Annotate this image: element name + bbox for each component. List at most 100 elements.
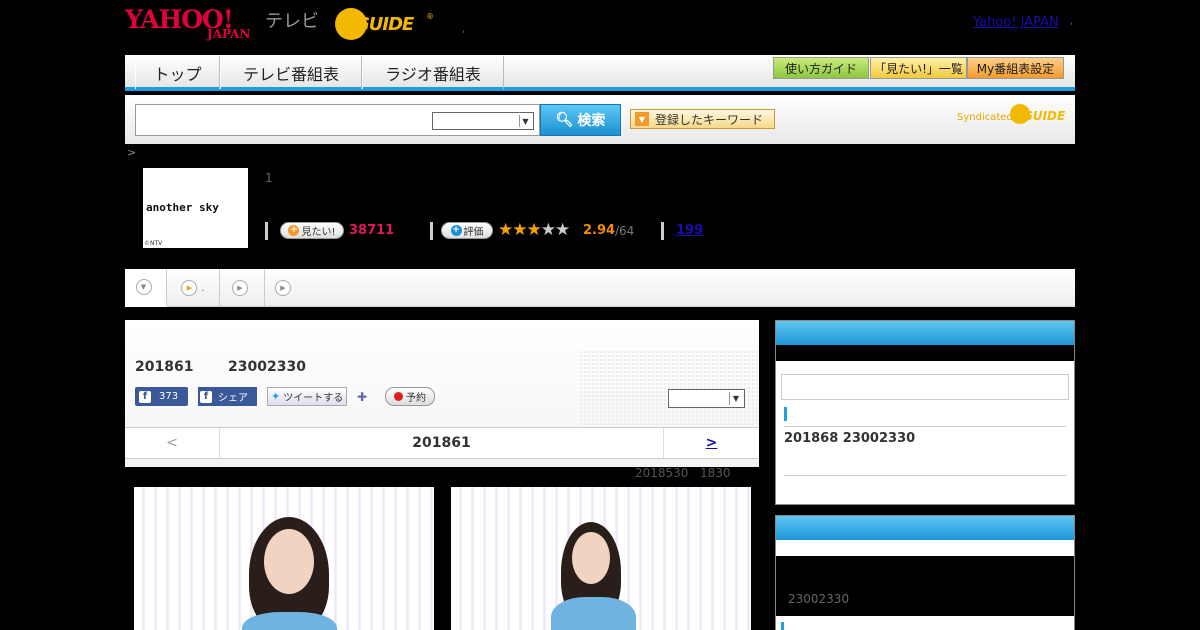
sidebar-section-marker bbox=[781, 622, 784, 630]
star-icon: ★ bbox=[512, 220, 527, 240]
gguide-logo-text: GUIDE bbox=[355, 14, 414, 35]
facebook-share-button[interactable]: f シェア bbox=[198, 387, 257, 406]
yahoo-japan-logo[interactable]: YAHOO! JAPAN bbox=[125, 5, 262, 43]
facebook-share-label: シェア bbox=[218, 393, 248, 404]
plus-icon: + bbox=[288, 225, 300, 236]
divider bbox=[661, 222, 664, 240]
update-date: 2018530 bbox=[635, 466, 689, 480]
photo-figure-face bbox=[264, 529, 314, 594]
plus-icon: + bbox=[450, 225, 462, 236]
facebook-icon: f bbox=[139, 390, 151, 403]
chevron-down-icon: ▼ bbox=[519, 115, 531, 127]
episode-photo-1[interactable] bbox=[134, 487, 434, 630]
syndicated-gguide-logo: GUIDE bbox=[1010, 104, 1070, 126]
gguide-logo[interactable]: GUIDE ® bbox=[335, 6, 435, 42]
program-sub-tabs: ▼ ▶ . ▶ ▶ bbox=[125, 269, 1075, 307]
sub-tab-2-label: . bbox=[201, 282, 205, 294]
search-bar: ▼ 🔍︎ 検索 ▼ 登録したキーワード Syndicated GUIDE bbox=[125, 95, 1075, 144]
rating-stars: ★★★★★ bbox=[498, 220, 570, 240]
registered-keywords-button[interactable]: ▼ 登録したキーワード bbox=[630, 109, 775, 129]
air-date: 201861 bbox=[135, 359, 194, 375]
registered-keywords-label: 登録したキーワード bbox=[655, 112, 764, 127]
sidebar-box-2-header bbox=[776, 516, 1074, 540]
yahoo-japan-link[interactable]: Yahoo! JAPAN bbox=[973, 15, 1059, 30]
sidebar-input[interactable] bbox=[781, 374, 1069, 400]
header-separator-2: , bbox=[1070, 16, 1074, 27]
sidebar-box-1-band bbox=[776, 345, 1074, 361]
mitai-button-label: 見たい! bbox=[301, 227, 336, 238]
episode-photo-2[interactable] bbox=[451, 487, 751, 630]
sidebar-box-2-strip bbox=[776, 616, 1074, 630]
mitai-list-button[interactable]: 「見たい!」一覧 bbox=[870, 57, 967, 79]
gguide-registered-mark: ® bbox=[426, 12, 434, 21]
rate-button[interactable]: + 評価 bbox=[441, 222, 493, 239]
bookmark-add-icon[interactable]: ✚ bbox=[357, 387, 373, 406]
syndicated-gguide-text: GUIDE bbox=[1023, 109, 1066, 123]
search-category-select[interactable]: ▼ bbox=[432, 112, 534, 130]
tv-label: テレビ bbox=[265, 11, 319, 32]
chevron-down-icon: ▼ bbox=[135, 279, 152, 295]
record-reserve-button[interactable]: 予約 bbox=[385, 387, 435, 406]
mitai-count: 38711 bbox=[349, 223, 395, 238]
episode-pager: < 201861 > bbox=[125, 427, 759, 459]
tweet-button-label: ツイートする bbox=[283, 393, 344, 404]
air-time: 23002330 bbox=[228, 359, 306, 375]
facebook-like-count: 373 bbox=[159, 391, 179, 402]
sidebar-section-marker bbox=[784, 407, 787, 421]
play-icon: ▶ bbox=[181, 280, 198, 296]
sidebar-box-2-band bbox=[776, 540, 1074, 556]
play-icon: ▶ bbox=[232, 280, 248, 296]
twitter-bird-icon: ✦ bbox=[271, 390, 281, 403]
global-nav: トップ テレビ番組表 ラジオ番組表 使い方ガイド 「見たい!」一覧 My番組表設… bbox=[125, 55, 1075, 91]
program-thumbnail[interactable]: another sky ©NTV bbox=[143, 168, 248, 248]
usage-guide-button[interactable]: 使い方ガイド bbox=[773, 57, 869, 79]
star-icon: ★ bbox=[498, 220, 513, 240]
mitai-button[interactable]: + 見たい! bbox=[280, 222, 344, 239]
record-icon bbox=[394, 392, 403, 401]
nav-tab-radio-schedule[interactable]: ラジオ番組表 bbox=[362, 56, 504, 89]
sub-tab-3[interactable]: ▶ bbox=[220, 269, 265, 307]
sidebar-box-1-header bbox=[776, 321, 1074, 345]
header-separator: , bbox=[462, 24, 466, 35]
sidebar-box-1: 201868 23002330 bbox=[775, 320, 1075, 505]
facebook-like-button[interactable]: f 373 bbox=[135, 387, 188, 406]
divider bbox=[784, 426, 1066, 427]
sidebar-box-2: 23002330 bbox=[775, 515, 1075, 630]
nav-tab-top[interactable]: トップ bbox=[135, 56, 220, 89]
sub-tab-1[interactable]: ▼ bbox=[125, 269, 167, 307]
tweet-button[interactable]: ✦ ツイートする bbox=[267, 387, 347, 406]
chevron-down-icon: ▼ bbox=[729, 392, 742, 405]
star-icon: ★ bbox=[555, 220, 570, 240]
episode-panel: 201861 23002330 f 373 f シェア ✦ ツイートする ✚ 予… bbox=[125, 320, 759, 467]
divider bbox=[430, 222, 433, 240]
search-icon: 🔍︎ bbox=[555, 112, 574, 128]
program-thumbnail-title: another sky bbox=[146, 201, 219, 214]
nav-tab-tv-schedule[interactable]: テレビ番組表 bbox=[220, 56, 362, 89]
decorative-dots bbox=[579, 350, 759, 425]
facebook-icon: f bbox=[200, 390, 212, 403]
rating-value: 2.94 bbox=[583, 223, 616, 238]
prev-episode-link[interactable]: < bbox=[125, 428, 220, 458]
my-schedule-settings-button[interactable]: My番組表設定 bbox=[967, 57, 1064, 79]
sidebar-next-airtime: 201868 23002330 bbox=[784, 431, 916, 446]
episode-select[interactable]: ▼ bbox=[668, 389, 745, 408]
program-thumbnail-credit: ©NTV bbox=[144, 240, 163, 247]
sub-tab-4[interactable]: ▶ bbox=[265, 269, 305, 307]
photo-figure-body bbox=[551, 597, 636, 630]
rating-max: /64 bbox=[615, 224, 635, 238]
divider bbox=[265, 222, 268, 240]
next-episode-link[interactable]: > bbox=[663, 428, 759, 458]
pager-date: 201861 bbox=[412, 435, 471, 451]
rate-button-label: 評価 bbox=[463, 227, 484, 238]
search-button-label: 検索 bbox=[577, 113, 606, 129]
sub-tab-2[interactable]: ▶ . bbox=[167, 269, 220, 307]
star-icon: ★ bbox=[526, 220, 542, 240]
search-button[interactable]: 🔍︎ 検索 bbox=[540, 104, 621, 136]
sidebar-airtime-2: 23002330 bbox=[788, 592, 850, 606]
review-count-link[interactable]: 199 bbox=[676, 223, 703, 238]
star-icon: ★ bbox=[540, 220, 556, 240]
dropdown-arrow-icon: ▼ bbox=[635, 112, 649, 126]
breadcrumb[interactable]: > bbox=[127, 146, 136, 159]
play-icon: ▶ bbox=[275, 280, 291, 296]
photo-figure-body bbox=[242, 612, 337, 630]
